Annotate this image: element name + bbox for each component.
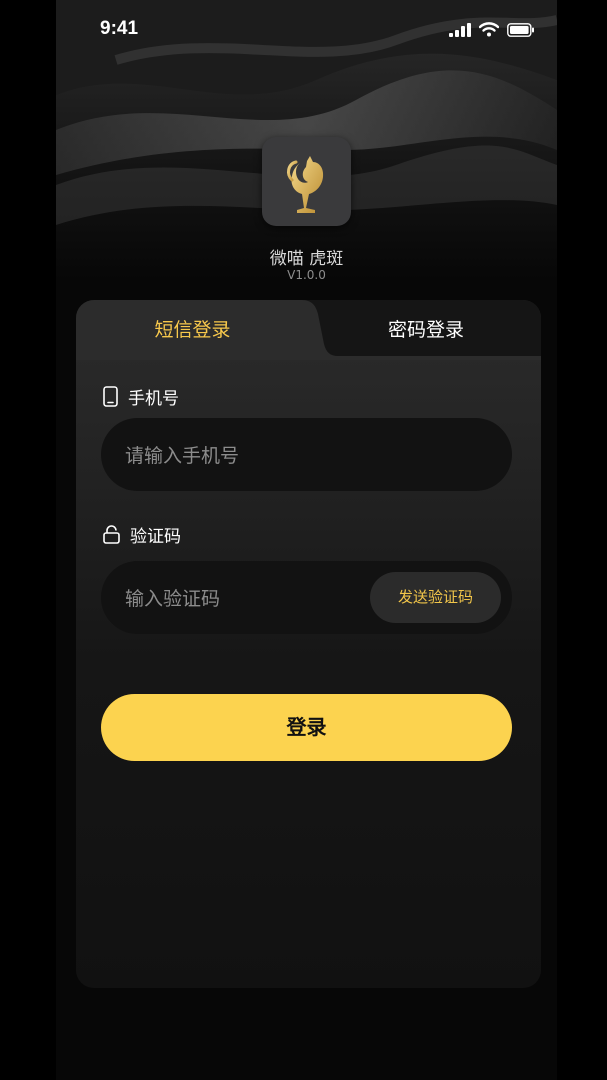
app-name: 微喵 虎斑 xyxy=(269,249,344,269)
login-button[interactable]: 登录 xyxy=(101,694,512,761)
code-label-text: 验证码 xyxy=(130,527,181,547)
app-logo xyxy=(262,137,351,226)
tab-password-login[interactable]: 密码登录 xyxy=(351,300,501,358)
wifi-icon xyxy=(479,22,499,37)
cat-logo-icon xyxy=(286,155,323,213)
app-version: V1.0.0 xyxy=(287,268,326,282)
phone-field-label: 手机号 xyxy=(103,384,179,409)
phone-icon xyxy=(103,386,118,407)
login-card: 短信登录 密码登录 手机号 验证码 发送验证码 登录 xyxy=(76,300,541,988)
verification-code-input[interactable] xyxy=(123,561,377,636)
status-time: 9:41 xyxy=(100,18,139,39)
status-icons xyxy=(449,22,535,37)
status-bar: 9:41 xyxy=(56,0,557,60)
phone-input[interactable] xyxy=(123,418,377,493)
lock-icon xyxy=(103,525,120,544)
send-code-button[interactable]: 发送验证码 xyxy=(370,572,501,623)
phone-label-text: 手机号 xyxy=(128,389,179,409)
login-screen: 9:41 微喵 虎斑 V1.0.0 短信登录 密码登录 手机号 请输入手机号 验… xyxy=(56,0,557,1080)
tab-sms-login[interactable]: 短信登录 xyxy=(116,300,269,358)
code-field-label: 验证码 xyxy=(103,522,181,547)
code-input-container: 发送验证码 xyxy=(101,561,512,636)
phone-input-container xyxy=(101,418,512,493)
signal-icon xyxy=(449,22,471,37)
battery-icon xyxy=(507,22,534,37)
